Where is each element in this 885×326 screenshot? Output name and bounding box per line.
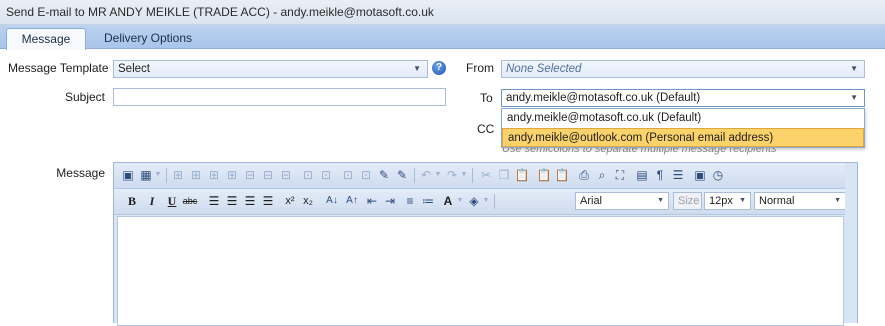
- clock-icon[interactable]: ◷: [710, 167, 726, 183]
- to-dropdown-list: andy.meikle@motasoft.co.uk (Default) and…: [501, 108, 865, 148]
- bold-icon[interactable]: B: [124, 193, 140, 209]
- chevron-down-icon[interactable]: ▼: [460, 167, 468, 183]
- subscript-icon[interactable]: x₂: [300, 193, 316, 209]
- message-editor: ▣ ▦ ▼ ⊞ ⊞ ⊞ ⊞ ⊟ ⊟ ⊟ ⊡ ⊡ ⊡ ⊡ ✎ ✎ ↶ ▼ ↷ ▼ …: [113, 162, 858, 326]
- edit-icon[interactable]: ✎: [376, 167, 392, 183]
- cut-icon[interactable]: ✂: [478, 167, 494, 183]
- chevron-down-icon: ▼: [850, 93, 858, 102]
- print-icon[interactable]: ⎙: [576, 167, 592, 183]
- help-icon[interactable]: ?: [432, 61, 446, 75]
- font-color-icon[interactable]: A: [440, 193, 456, 209]
- chevron-down-icon[interactable]: ▼: [154, 167, 162, 183]
- text-case-down-icon[interactable]: A↑: [344, 193, 360, 209]
- message-body-editor[interactable]: [117, 216, 844, 326]
- align-center-icon[interactable]: ☰: [224, 193, 240, 209]
- to-option-personal[interactable]: andy.meikle@outlook.com (Personal email …: [502, 128, 864, 147]
- message-template-select[interactable]: Select ▼: [113, 60, 428, 78]
- chevron-down-icon[interactable]: ▼: [456, 193, 464, 209]
- undo-icon[interactable]: ↶: [418, 167, 434, 183]
- to-select[interactable]: andy.meikle@motasoft.co.uk (Default) ▼: [501, 89, 865, 107]
- align-icon[interactable]: ☰: [670, 167, 686, 183]
- paste-word-icon[interactable]: 📋: [554, 167, 570, 183]
- indent-icon[interactable]: ⇥: [382, 193, 398, 209]
- chevron-down-icon[interactable]: ▼: [434, 167, 442, 183]
- paragraph-marks-icon[interactable]: ¶: [652, 167, 668, 183]
- chevron-down-icon: ▼: [834, 197, 841, 204]
- numbered-list-icon[interactable]: ≡: [402, 193, 418, 209]
- tab-strip: Message Delivery Options: [0, 25, 885, 50]
- underline-icon[interactable]: U: [164, 193, 180, 209]
- window-title-bar: Send E-mail to MR ANDY MEIKLE (TRADE ACC…: [0, 0, 885, 25]
- font-size-hint: Size: [673, 192, 702, 210]
- cell-properties-icon[interactable]: ⊡: [340, 167, 356, 183]
- paste-text-icon[interactable]: 📋: [536, 167, 552, 183]
- editor-toolbar-row-1: ▣ ▦ ▼ ⊞ ⊞ ⊞ ⊞ ⊟ ⊟ ⊟ ⊡ ⊡ ⊡ ⊡ ✎ ✎ ↶ ▼ ↷ ▼ …: [114, 163, 857, 189]
- chevron-down-icon: ▼: [413, 64, 421, 73]
- message-template-value: Select: [118, 63, 150, 75]
- font-name-select[interactable]: Arial ▼: [575, 192, 669, 210]
- tab-delivery-options[interactable]: Delivery Options: [92, 28, 204, 48]
- table-merge-icon[interactable]: ⊡: [300, 167, 316, 183]
- to-value: andy.meikle@motasoft.co.uk (Default): [506, 92, 701, 104]
- italic-icon[interactable]: I: [144, 193, 160, 209]
- font-size-select[interactable]: 12px ▼: [704, 192, 751, 210]
- table-delete-icon[interactable]: ⊟: [278, 167, 294, 183]
- table-split-icon[interactable]: ⊡: [318, 167, 334, 183]
- select-all-icon[interactable]: ⛶: [612, 167, 628, 183]
- redo-icon[interactable]: ↷: [444, 167, 460, 183]
- paragraph-style-select[interactable]: Normal ▼: [754, 192, 846, 210]
- strikethrough-icon[interactable]: abc: [182, 193, 198, 209]
- font-name-value: Arial: [580, 195, 603, 207]
- from-select[interactable]: None Selected ▼: [501, 60, 865, 78]
- toolbar-separator: [494, 194, 495, 209]
- message-label: Message: [56, 166, 105, 180]
- cc-label: CC: [477, 122, 495, 136]
- editor-side-bar: [845, 163, 857, 323]
- table-delete-row-icon[interactable]: ⊟: [242, 167, 258, 183]
- toolbar-separator: [414, 168, 415, 183]
- to-label: To: [480, 91, 493, 105]
- tab-message[interactable]: Message: [6, 28, 86, 50]
- paste-icon[interactable]: 📋: [514, 167, 530, 183]
- chevron-down-icon: ▼: [739, 197, 746, 204]
- form-icon[interactable]: ▣: [692, 167, 708, 183]
- editor-toolbar-row-2: B I U abc ☰ ☰ ☰ ☰ x² x₂ A↓ A↑ ⇤ ⇥ ≡ ≔ A …: [114, 189, 857, 215]
- chevron-down-icon: ▼: [850, 64, 858, 73]
- find-icon[interactable]: ⌕: [594, 167, 610, 183]
- paragraph-style-value: Normal: [759, 195, 795, 207]
- copy-icon[interactable]: ❐: [496, 167, 512, 183]
- insert-image-icon[interactable]: ▣: [120, 167, 136, 183]
- table-insert-row-above-icon[interactable]: ⊞: [170, 167, 186, 183]
- chevron-down-icon: ▼: [657, 197, 664, 204]
- chevron-down-icon[interactable]: ▼: [482, 193, 490, 209]
- justify-icon[interactable]: ☰: [260, 193, 276, 209]
- font-size-value: 12px: [709, 195, 733, 207]
- superscript-icon[interactable]: x²: [282, 193, 298, 209]
- toolbar-separator: [166, 168, 167, 183]
- from-label: From: [466, 61, 494, 75]
- highlight-color-icon[interactable]: ◈: [466, 193, 482, 209]
- subject-input[interactable]: [113, 88, 446, 106]
- table-insert-col-left-icon[interactable]: ⊞: [206, 167, 222, 183]
- window-title: Send E-mail to MR ANDY MEIKLE (TRADE ACC…: [6, 5, 434, 19]
- bullet-list-icon[interactable]: ≔: [420, 193, 436, 209]
- to-option-default[interactable]: andy.meikle@motasoft.co.uk (Default): [502, 109, 864, 128]
- font-size-label: Size: [678, 195, 700, 207]
- page-icon[interactable]: ▤: [634, 167, 650, 183]
- insert-table-icon[interactable]: ▦: [138, 167, 154, 183]
- subject-label: Subject: [64, 90, 105, 104]
- table-insert-col-right-icon[interactable]: ⊞: [224, 167, 240, 183]
- from-value: None Selected: [506, 63, 582, 75]
- table-insert-row-below-icon[interactable]: ⊞: [188, 167, 204, 183]
- message-template-label: Message Template: [8, 61, 109, 75]
- text-case-up-icon[interactable]: A↓: [324, 193, 340, 209]
- table-properties-icon[interactable]: ⊡: [358, 167, 374, 183]
- outdent-icon[interactable]: ⇤: [364, 193, 380, 209]
- table-delete-col-icon[interactable]: ⊟: [260, 167, 276, 183]
- align-right-icon[interactable]: ☰: [242, 193, 258, 209]
- edit-alt-icon[interactable]: ✎: [394, 167, 410, 183]
- toolbar-separator: [472, 168, 473, 183]
- align-left-icon[interactable]: ☰: [206, 193, 222, 209]
